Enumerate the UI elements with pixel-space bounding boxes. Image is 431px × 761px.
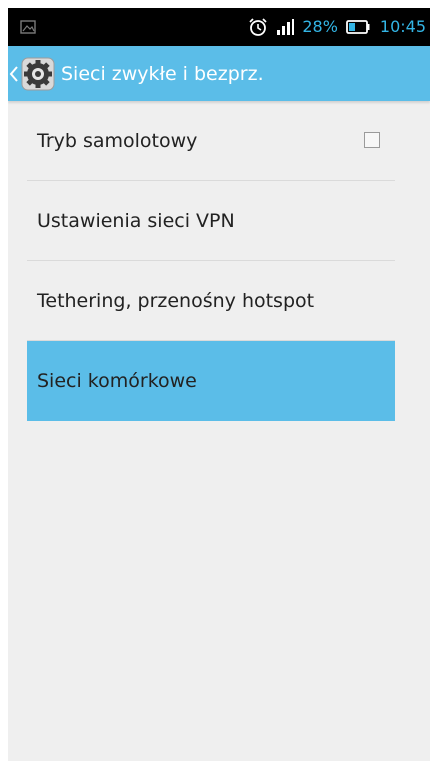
image-notification-icon bbox=[20, 20, 36, 34]
alarm-clock-icon bbox=[249, 18, 267, 36]
signal-strength-icon bbox=[277, 19, 295, 35]
status-bar: 28% 10:45 bbox=[8, 8, 430, 46]
settings-list: Tryb samolotowy Ustawienia sieci VPN Tet… bbox=[27, 101, 395, 421]
battery-percentage: 28% bbox=[302, 17, 338, 36]
up-navigation-button[interactable]: Sieci zwykłe i bezprz. bbox=[8, 46, 308, 101]
settings-item-label: Tethering, przenośny hotspot bbox=[37, 289, 315, 312]
battery-icon bbox=[345, 20, 370, 34]
status-icons: 28% 10:45 bbox=[248, 8, 430, 46]
settings-item-vpn[interactable]: Ustawienia sieci VPN bbox=[27, 181, 395, 261]
settings-gear-icon bbox=[21, 57, 55, 90]
android-screen: 28% 10:45 Sieci zwykłe i bezprz. Tryb sa… bbox=[8, 8, 430, 761]
settings-item-label: Sieci komórkowe bbox=[37, 369, 197, 392]
settings-item-label: Tryb samolotowy bbox=[37, 129, 198, 152]
status-clock: 10:45 bbox=[379, 17, 426, 36]
settings-item-airplane-mode[interactable]: Tryb samolotowy bbox=[27, 101, 395, 181]
airplane-mode-checkbox[interactable] bbox=[364, 132, 380, 148]
settings-item-mobile-networks[interactable]: Sieci komórkowe bbox=[27, 341, 395, 421]
chevron-left-icon bbox=[9, 65, 18, 82]
action-bar: Sieci zwykłe i bezprz. bbox=[8, 46, 430, 101]
settings-item-label: Ustawienia sieci VPN bbox=[37, 209, 235, 232]
settings-item-tethering[interactable]: Tethering, przenośny hotspot bbox=[27, 261, 395, 341]
page-title: Sieci zwykłe i bezprz. bbox=[61, 62, 264, 85]
